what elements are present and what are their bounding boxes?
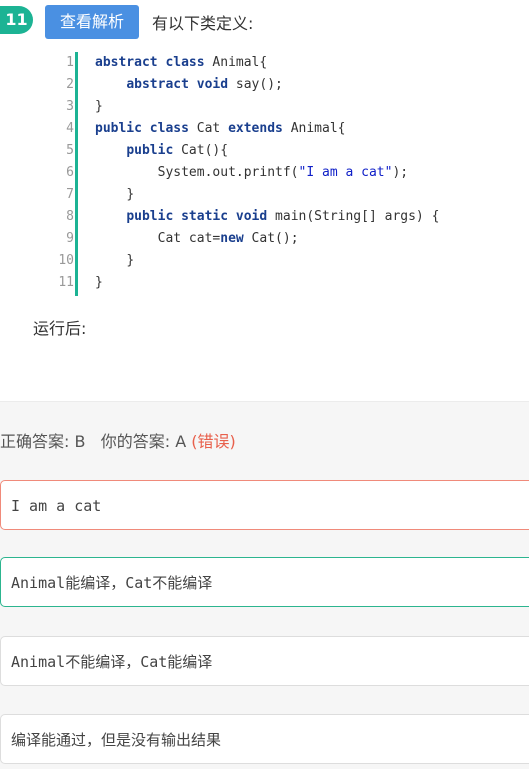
your-answer: 你的答案: A [100, 432, 187, 451]
option-text-suffix: 不能编译 [152, 574, 213, 592]
answer-summary: 正确答案: B 你的答案: A (错误) [0, 428, 236, 452]
code-line: Cat cat=new Cat(); [157, 231, 299, 246]
code-line: public static void main(String[] args) { [126, 209, 440, 224]
line-number: 10 [58, 253, 74, 268]
option-text-prefix: Animal [11, 653, 66, 671]
question-number-badge: 11 [0, 6, 33, 34]
option-text-mid: Cat [140, 653, 168, 671]
line-number: 2 [66, 77, 74, 92]
option-text: 不能编译， [65, 653, 141, 671]
code-line: } [126, 253, 135, 268]
code-line: abstract void say(); [126, 77, 283, 92]
line-number: 1 [66, 55, 74, 70]
code-lines: abstract class Animal{ abstract void say… [95, 52, 439, 294]
question-stem: 有以下类定义: [152, 14, 254, 33]
correct-answer: 正确答案: B [0, 432, 86, 451]
wrong-status: (错误) [191, 432, 236, 451]
after-run-prompt: 运行后: [33, 319, 87, 338]
code-line: } [95, 99, 103, 114]
line-number: 4 [66, 121, 74, 136]
line-number: 7 [66, 187, 74, 202]
code-line: System.out.printf("I am a cat"); [157, 165, 409, 180]
option-text-suffix: 能编译 [167, 653, 213, 671]
option-d[interactable]: 编译能通过，但是没有输出结果 [0, 714, 529, 764]
option-text: I am a cat [11, 497, 102, 515]
line-number-gutter: 1 2 3 4 5 6 7 8 9 10 11 [48, 52, 74, 294]
code-line: } [95, 275, 103, 290]
option-text: 能编译， [65, 574, 126, 592]
line-number: 3 [66, 99, 74, 114]
line-number: 9 [66, 231, 74, 246]
view-explanation-button[interactable]: 查看解析 [45, 5, 139, 39]
option-text-mid: Cat [125, 574, 153, 592]
option-a[interactable]: I am a cat [0, 480, 529, 530]
line-number: 6 [66, 165, 74, 180]
code-line: } [126, 187, 135, 202]
line-number: 5 [66, 143, 74, 158]
code-block: 1 2 3 4 5 6 7 8 9 10 11 abstract class A… [48, 52, 488, 296]
code-line: public class Cat extends Animal{ [95, 121, 346, 136]
option-c[interactable]: Animal不能编译，Cat能编译 [0, 636, 529, 686]
code-line: abstract class Animal{ [95, 55, 268, 70]
line-number: 11 [58, 275, 74, 290]
option-text: 编译能通过，但是没有输出结果 [11, 731, 222, 749]
option-b[interactable]: Animal能编译，Cat不能编译 [0, 557, 529, 607]
option-text-prefix: Animal [11, 574, 66, 592]
line-number: 8 [66, 209, 74, 224]
code-accent-bar [75, 52, 78, 296]
code-line: public Cat(){ [126, 143, 229, 158]
